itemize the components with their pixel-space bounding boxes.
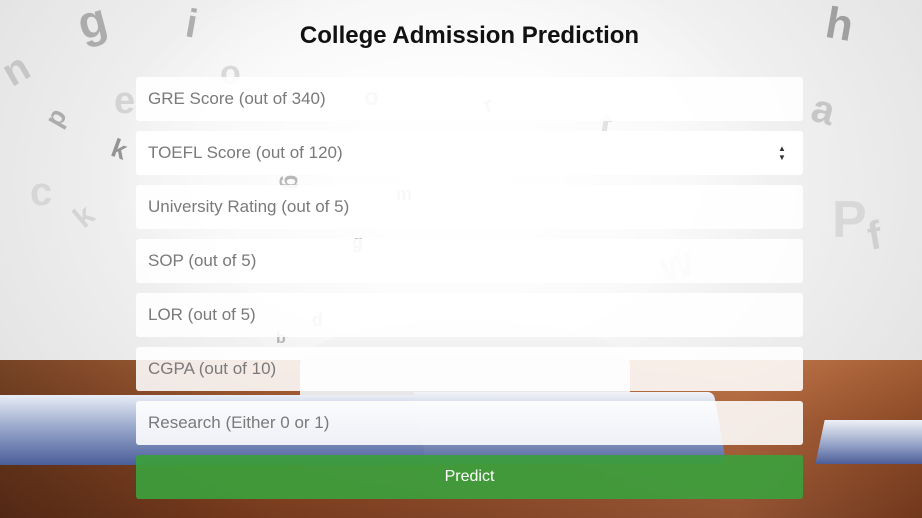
floating-letter: e [114,80,136,122]
gre-score-input[interactable] [136,77,803,121]
floating-letter: P [832,191,867,249]
floating-letter: a [806,85,840,135]
floating-letter: g [71,0,113,50]
page-title: College Admission Prediction [299,22,640,49]
predict-button[interactable]: Predict [136,455,803,499]
toefl-score-input[interactable] [136,131,803,175]
spinner-up-icon[interactable]: ▲ [777,144,787,153]
floating-letter: n [0,44,38,96]
floating-letter: c [30,170,53,214]
research-input[interactable] [136,401,803,445]
spinner-down-icon[interactable]: ▼ [777,153,787,162]
university-rating-input[interactable] [136,185,803,229]
distant-book [815,420,922,464]
floating-letter: p [38,102,73,132]
floating-letter: k [67,198,102,235]
lor-input[interactable] [136,293,803,337]
floating-letter: f [864,213,885,259]
toefl-spinner[interactable]: ▲ ▼ [777,144,787,162]
sop-input[interactable] [136,239,803,283]
cgpa-input[interactable] [136,347,803,391]
floating-letter: h [822,0,858,51]
